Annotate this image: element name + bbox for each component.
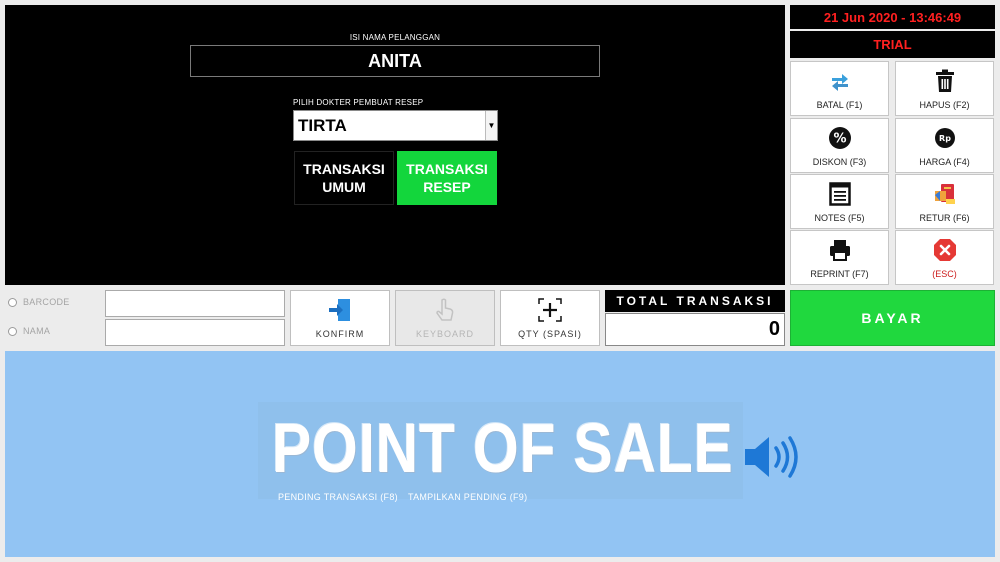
speaker-icon[interactable] xyxy=(743,432,805,482)
notes-icon xyxy=(827,181,853,207)
reprint-button[interactable]: REPRINT (F7) xyxy=(790,230,889,285)
diskon-label: DISKON (F3) xyxy=(812,156,867,167)
nama-radio-label: NAMA xyxy=(23,326,51,336)
retur-label: RETUR (F6) xyxy=(919,212,970,223)
customer-name-input[interactable]: ANITA xyxy=(190,45,600,77)
barcode-radio-label: BARCODE xyxy=(23,297,70,307)
konfirm-label: KONFIRM xyxy=(315,329,365,339)
exit-label: (ESC) xyxy=(932,268,957,279)
total-transaksi-label: TOTAL TRANSAKSI xyxy=(605,290,785,312)
batal-label: BATAL (F1) xyxy=(816,99,863,110)
diskon-button[interactable]: % DISKON (F3) xyxy=(790,118,889,173)
barcode-input[interactable] xyxy=(105,290,285,317)
chevron-down-icon[interactable]: ▼ xyxy=(485,111,497,140)
trash-icon xyxy=(932,68,958,94)
login-icon xyxy=(327,297,353,323)
pending-transaksi-link[interactable]: PENDING TRANSAKSI (F8) xyxy=(278,492,398,502)
doctor-select-caption: PILIH DOKTER PEMBUAT RESEP xyxy=(293,98,424,107)
hapus-button[interactable]: HAPUS (F2) xyxy=(895,61,994,116)
percent-icon: % xyxy=(827,125,853,151)
doctor-select-value: TIRTA xyxy=(298,115,347,135)
keyboard-button[interactable]: KEYBOARD xyxy=(395,290,495,346)
hapus-label: HAPUS (F2) xyxy=(919,99,970,110)
datetime-display: 21 Jun 2020 - 13:46:49 xyxy=(790,5,995,29)
keyboard-label: KEYBOARD xyxy=(415,329,474,339)
transaksi-umum-button[interactable]: TRANSAKSI UMUM xyxy=(294,151,394,205)
customer-name-caption: ISI NAMA PELANGGAN xyxy=(349,33,441,42)
nama-radio[interactable] xyxy=(8,326,17,336)
harga-label: HARGA (F4) xyxy=(919,156,970,167)
exit-button[interactable]: (ESC) xyxy=(895,230,994,285)
nama-input[interactable] xyxy=(105,319,285,346)
svg-text:%: % xyxy=(833,131,846,146)
konfirm-button[interactable]: KONFIRM xyxy=(290,290,390,346)
harga-button[interactable]: Rp HARGA (F4) xyxy=(895,118,994,173)
reprint-label: REPRINT (F7) xyxy=(810,268,869,279)
qty-label: QTY (SPASI) xyxy=(518,329,582,339)
transaksi-resep-line2: RESEP xyxy=(423,179,471,195)
license-status: TRIAL xyxy=(790,31,995,58)
printer-icon xyxy=(827,237,853,263)
plus-icon xyxy=(537,297,563,323)
retur-button[interactable]: RETUR (F6) xyxy=(895,174,994,229)
doctor-select[interactable]: TIRTA ▼ xyxy=(293,110,498,141)
barcode-radio[interactable] xyxy=(8,297,17,307)
transaksi-resep-line1: TRANSAKSI xyxy=(406,161,488,177)
tampilkan-pending-link[interactable]: TAMPILKAN PENDING (F9) xyxy=(408,492,527,502)
close-icon xyxy=(932,237,958,263)
transaksi-umum-line1: TRANSAKSI xyxy=(303,161,385,177)
qty-button[interactable]: QTY (SPASI) xyxy=(500,290,600,346)
barcode-radio-row[interactable]: BARCODE xyxy=(8,297,70,307)
svg-text:Rp: Rp xyxy=(939,134,951,143)
transaksi-umum-line2: UMUM xyxy=(322,179,366,195)
transaksi-resep-button[interactable]: TRANSAKSI RESEP xyxy=(397,151,497,205)
pos-title: POINT OF SALE xyxy=(272,409,734,487)
pending-links: PENDING TRANSAKSI (F8) TAMPILKAN PENDING… xyxy=(278,492,527,502)
bayar-button[interactable]: BAYAR xyxy=(790,290,995,346)
nama-radio-row[interactable]: NAMA xyxy=(8,326,50,336)
price-tag-icon: Rp xyxy=(932,125,958,151)
hand-pointer-icon xyxy=(432,297,458,323)
notes-label: NOTES (F5) xyxy=(814,212,865,223)
refresh-icon xyxy=(827,68,853,94)
batal-button[interactable]: BATAL (F1) xyxy=(790,61,889,116)
return-icon xyxy=(932,181,958,207)
notes-button[interactable]: NOTES (F5) xyxy=(790,174,889,229)
total-transaksi-value: 0 xyxy=(605,313,785,346)
